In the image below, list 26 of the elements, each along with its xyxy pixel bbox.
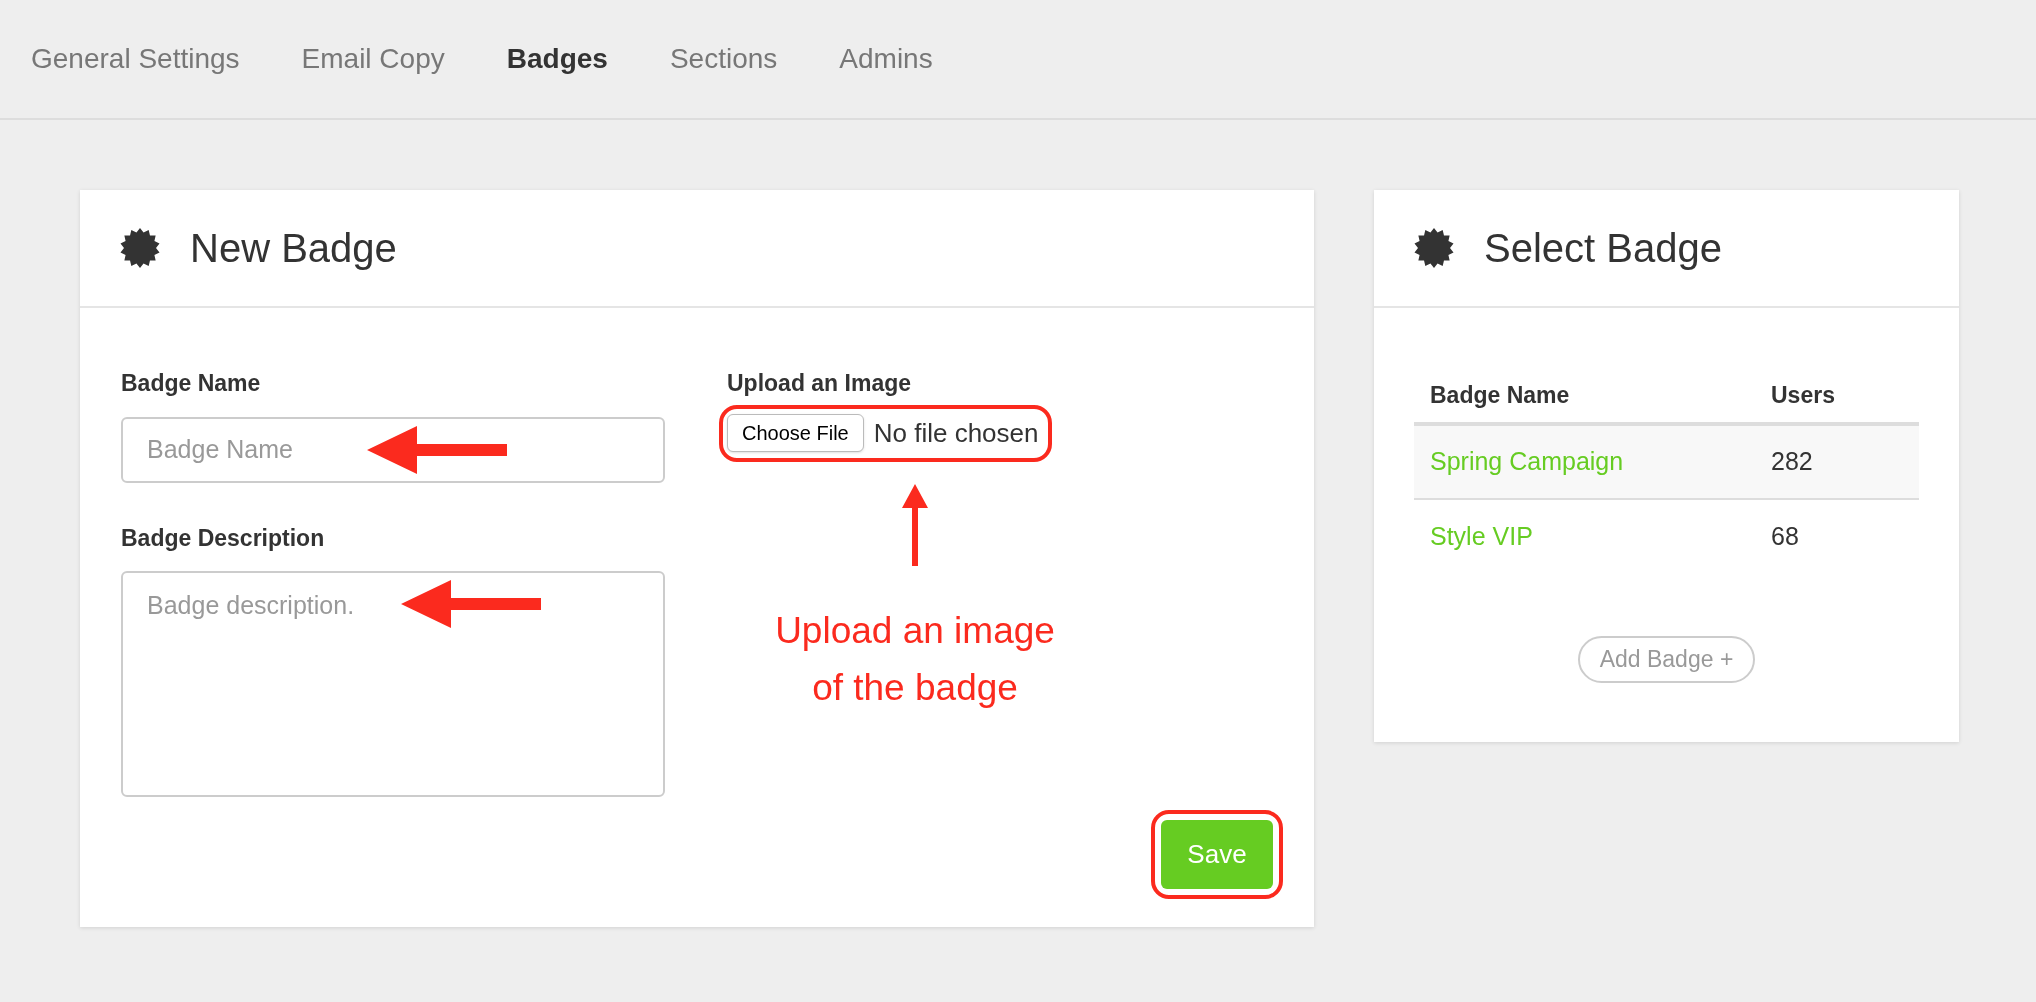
- badge-seal-icon: [1414, 228, 1454, 268]
- column-header: Users: [1771, 380, 1835, 410]
- table-row[interactable]: Spring Campaign 282: [1414, 426, 1919, 500]
- table-row[interactable]: Style VIP 68: [1414, 500, 1919, 574]
- nav-tab[interactable]: Email Copy: [301, 38, 445, 80]
- nav-tab[interactable]: Badges: [506, 38, 608, 80]
- field-label: Badge Description: [121, 523, 326, 553]
- card-title: Select Badge: [1484, 225, 1722, 272]
- add-badge-button[interactable]: Add Badge +: [1577, 636, 1756, 683]
- column-header: Badge Name: [1429, 380, 1571, 410]
- badge-link[interactable]: Style VIP: [1414, 518, 1771, 556]
- users-count: 282: [1771, 446, 1813, 478]
- save-button[interactable]: Save: [1161, 820, 1273, 889]
- badge-name-field[interactable]: Badge Name: [121, 416, 665, 483]
- annotation-note: Upload an image of the badge: [775, 608, 1055, 710]
- users-count: 68: [1771, 521, 1799, 553]
- choose-file-button[interactable]: Choose File: [727, 414, 864, 452]
- nav-tab[interactable]: Sections: [669, 38, 778, 80]
- badge-description-field[interactable]: Badge description.: [121, 571, 665, 797]
- badge-seal-icon: [120, 228, 160, 268]
- file-status: No file chosen: [873, 416, 1039, 450]
- nav-tab[interactable]: General Settings: [31, 38, 240, 80]
- nav-tab[interactable]: Admins: [839, 38, 933, 80]
- card-title: New Badge: [190, 225, 397, 272]
- field-label: Badge Name: [121, 369, 262, 398]
- field-label: Upload an Image: [727, 369, 912, 398]
